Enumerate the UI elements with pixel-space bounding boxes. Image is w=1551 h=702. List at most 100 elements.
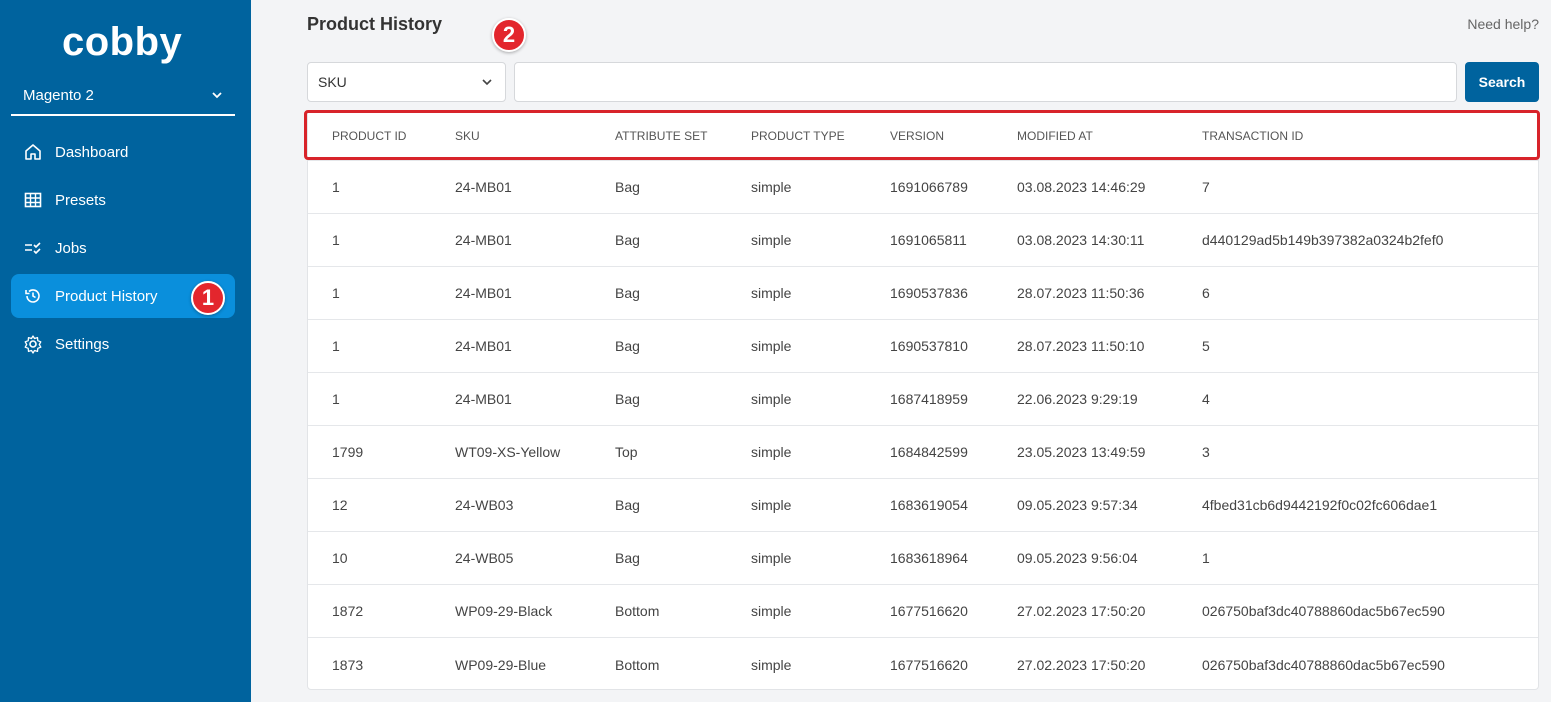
cell-modified-at: 09.05.2023 9:57:34	[1017, 497, 1138, 513]
grid-icon	[23, 190, 43, 210]
column-header-product-type[interactable]: PRODUCT TYPE	[751, 129, 845, 143]
cell-product-type: simple	[751, 603, 792, 619]
table-row[interactable]: 1 24-MB01 Bag simple 1690537810 28.07.2023 11…	[308, 320, 1538, 373]
sidebar-item-label: Presets	[55, 191, 106, 209]
column-header-attribute-set[interactable]: ATTRIBUTE SET	[615, 129, 707, 143]
cell-product-id: 1	[332, 338, 340, 354]
cell-version: 1677516620	[890, 656, 968, 673]
cell-product-type: simple	[751, 391, 792, 407]
sidebar-item-label: Product History	[55, 287, 158, 305]
cell-product-type: simple	[751, 444, 792, 460]
cell-transaction-id: d440129ad5b149b397382a0324b2fef0	[1202, 232, 1444, 248]
field-select[interactable]: SKU	[307, 62, 506, 102]
home-icon	[23, 142, 43, 162]
cell-product-id: 1	[332, 179, 340, 195]
cell-version: 1687418959	[890, 391, 968, 407]
cell-product-id: 1799	[332, 444, 364, 460]
cell-sku: WP09-29-Blue	[455, 656, 547, 673]
table-row[interactable]: 1 24-MB01 Bag simple 1687418959 22.06.2023 9:…	[308, 373, 1538, 426]
table-row[interactable]: 1 24-MB01 Bag simple 1691065811 03.08.2023 14…	[308, 214, 1538, 267]
cell-product-type: simple	[751, 550, 792, 566]
sidebar-item-settings[interactable]: Settings	[11, 322, 235, 366]
cell-attribute-set: Bag	[615, 179, 640, 195]
cell-product-type: simple	[751, 497, 792, 513]
table-row[interactable]: 1873 WP09-29-Blue Bottom simple 1677516620 27…	[308, 638, 1538, 691]
annotation-badge-1: 1	[191, 281, 225, 315]
cell-modified-at: 23.05.2023 13:49:59	[1017, 444, 1146, 460]
cell-modified-at: 03.08.2023 14:30:11	[1017, 232, 1145, 248]
sidebar-item-dashboard[interactable]: Dashboard	[11, 130, 235, 174]
cell-modified-at: 27.02.2023 17:50:20	[1017, 656, 1146, 673]
cell-sku: 24-MB01	[455, 232, 512, 248]
column-header-product-id[interactable]: PRODUCT ID	[332, 129, 406, 143]
cell-attribute-set: Top	[615, 444, 638, 460]
cell-product-id: 12	[332, 497, 348, 513]
column-header-modified-at[interactable]: MODIFIED AT	[1017, 129, 1093, 143]
cell-transaction-id: 026750baf3dc40788860dac5b67ec590	[1202, 656, 1445, 673]
cell-transaction-id: 5	[1202, 338, 1210, 354]
gear-icon	[23, 334, 43, 354]
cell-modified-at: 28.07.2023 11:50:36	[1017, 285, 1145, 301]
help-link[interactable]: Need help?	[1467, 16, 1539, 32]
column-header-version[interactable]: VERSION	[890, 129, 944, 143]
cell-sku: 24-MB01	[455, 179, 512, 195]
cell-sku: 24-MB01	[455, 391, 512, 407]
sidebar: cobby Magento 2 Dashboard Presets Jobs P…	[0, 0, 251, 702]
cell-sku: 24-WB05	[455, 550, 514, 566]
shop-selector-label: Magento 2	[23, 86, 94, 104]
history-icon	[23, 286, 43, 306]
cell-modified-at: 28.07.2023 11:50:10	[1017, 338, 1145, 354]
cell-version: 1684842599	[890, 444, 968, 460]
sidebar-item-label: Dashboard	[55, 143, 129, 161]
chevron-down-icon	[212, 92, 222, 99]
cell-sku: WP09-29-Black	[455, 603, 553, 619]
table-row[interactable]: 10 24-WB05 Bag simple 1683618964 09.05.2023 9…	[308, 532, 1538, 585]
table-row[interactable]: 1799 WT09-XS-Yellow Top simple 1684842599 23.…	[308, 426, 1538, 479]
cell-attribute-set: Bag	[615, 550, 640, 566]
cell-version: 1683619054	[890, 497, 968, 513]
sidebar-item-label: Settings	[55, 335, 110, 353]
sidebar-item-presets[interactable]: Presets	[11, 178, 235, 222]
sidebar-item-jobs[interactable]: Jobs	[11, 226, 235, 270]
cell-sku: 24-WB03	[455, 497, 514, 513]
cell-product-type: simple	[751, 338, 792, 354]
cell-modified-at: 09.05.2023 9:56:04	[1017, 550, 1138, 566]
cell-transaction-id: 7	[1202, 179, 1210, 195]
cell-modified-at: 22.06.2023 9:29:19	[1017, 391, 1138, 407]
cell-product-id: 1873	[332, 656, 364, 673]
cell-product-id: 1	[332, 285, 340, 301]
search-button[interactable]: Search	[1465, 62, 1539, 102]
cell-transaction-id: 3	[1202, 444, 1210, 460]
cell-transaction-id: 4fbed31cb6d9442192f0c02fc606dae1	[1202, 497, 1438, 513]
search-input[interactable]	[514, 62, 1457, 102]
list-check-icon	[23, 238, 43, 258]
column-header-sku[interactable]: SKU	[455, 129, 480, 143]
cell-version: 1683618964	[890, 550, 968, 566]
cell-version: 1691066789	[890, 179, 968, 195]
column-header-transaction-id[interactable]: TRANSACTION ID	[1202, 129, 1303, 143]
cell-attribute-set: Bag	[615, 391, 640, 407]
cell-sku: WT09-XS-Yellow	[455, 444, 561, 460]
table-row[interactable]: 1872 WP09-29-Black Bottom simple 1677516620 2…	[308, 585, 1538, 638]
cell-transaction-id: 6	[1202, 285, 1210, 301]
cell-attribute-set: Bag	[615, 285, 640, 301]
cell-product-type: simple	[751, 285, 792, 301]
cell-version: 1677516620	[890, 603, 968, 619]
cell-sku: 24-MB01	[455, 338, 512, 354]
shop-selector[interactable]: Magento 2	[11, 76, 235, 116]
table-row[interactable]: 12 24-WB03 Bag simple 1683619054 09.05.2023 9…	[308, 479, 1538, 532]
table-header: PRODUCT ID SKU ATTRIBUTE SET PRODUCT TYP…	[308, 111, 1538, 161]
cell-attribute-set: Bag	[615, 232, 640, 248]
table-row[interactable]: 1 24-MB01 Bag simple 1690537836 28.07.2023 11…	[308, 267, 1538, 320]
table-body: 1 24-MB01 Bag simple 1691066789 03.08.2023 14…	[308, 161, 1538, 691]
cell-sku: 24-MB01	[455, 285, 512, 301]
sidebar-nav: Dashboard Presets Jobs Product History S…	[11, 130, 235, 370]
cell-modified-at: 27.02.2023 17:50:20	[1017, 603, 1146, 619]
cell-product-id: 1	[332, 232, 340, 248]
cell-transaction-id: 4	[1202, 391, 1210, 407]
cobby-logo[interactable]: cobby	[62, 20, 182, 64]
cell-product-id: 10	[332, 550, 348, 566]
cell-product-id: 1	[332, 391, 340, 407]
table-row[interactable]: 1 24-MB01 Bag simple 1691066789 03.08.2023 14…	[308, 161, 1538, 214]
cell-attribute-set: Bottom	[615, 603, 660, 619]
